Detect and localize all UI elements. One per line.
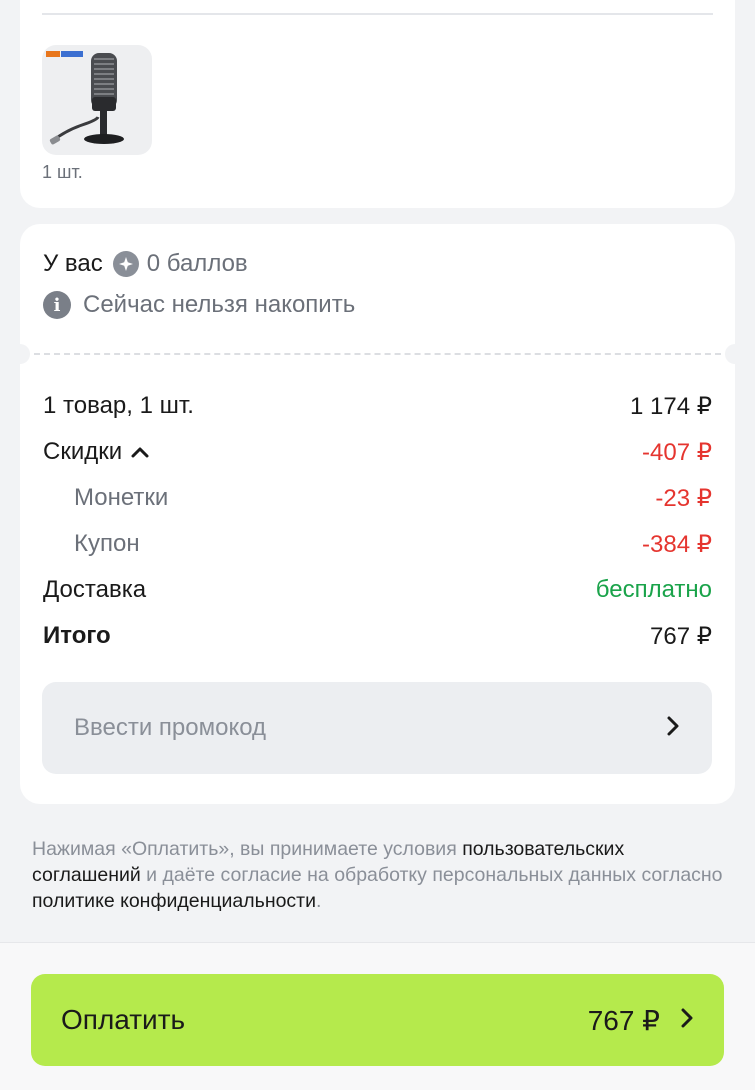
pay-button-label: Оплатить xyxy=(61,1004,186,1035)
coins-label: Монетки xyxy=(74,484,169,511)
points-info: i Сейчас нельзя накопить xyxy=(43,289,355,321)
items-label: 1 товар, 1 шт. xyxy=(43,392,194,419)
privacy-policy-link[interactable]: политике конфиденциальности xyxy=(32,890,316,912)
points-label: У вас xyxy=(43,250,103,277)
chevron-up-icon xyxy=(130,438,150,466)
chevron-right-icon xyxy=(680,1004,694,1036)
microphone-image xyxy=(46,51,124,145)
total-value: 767 ₽ xyxy=(650,622,712,650)
points-value: 0 баллов xyxy=(146,250,248,277)
divider xyxy=(42,13,713,15)
delivery-label: Доставка xyxy=(43,576,147,603)
legal-text-2: и даёте согласие на обработку персональн… xyxy=(140,864,723,886)
points-star-icon xyxy=(112,251,139,277)
ticket-notch-right xyxy=(725,344,745,364)
summary-total-row: Итого 767 ₽ xyxy=(43,619,712,653)
order-summary-card: У вас 0 баллов i Сейчас нельзя накопить … xyxy=(10,224,745,804)
summary-coupon-row: Купон -384 ₽ xyxy=(43,527,712,561)
summary-discounts-row[interactable]: Скидки -407 ₽ xyxy=(43,435,712,469)
discounts-label: Скидки xyxy=(43,437,123,465)
ticket-notch-left xyxy=(10,344,30,364)
info-icon: i xyxy=(43,291,71,319)
items-value: 1 174 ₽ xyxy=(630,392,712,420)
discounts-value: -407 ₽ xyxy=(642,438,712,466)
legal-notice: Нажимая «Оплатить», вы принимаете услови… xyxy=(32,836,732,914)
product-quantity: 1 шт. xyxy=(42,162,83,182)
discounts-toggle[interactable]: Скидки xyxy=(43,438,150,467)
points-info-text: Сейчас нельзя накопить xyxy=(83,291,356,318)
summary-items-row: 1 товар, 1 шт. 1 174 ₽ xyxy=(43,389,712,423)
legal-text-3: . xyxy=(316,890,322,912)
promo-code-placeholder: Ввести промокод xyxy=(74,714,267,741)
product-image[interactable] xyxy=(42,45,152,155)
dashed-separator xyxy=(34,353,721,355)
promo-code-button[interactable]: Ввести промокод xyxy=(42,682,712,774)
pay-button-amount: 767 ₽ xyxy=(587,1004,660,1036)
coupon-label: Купон xyxy=(74,530,140,557)
pay-button[interactable]: Оплатить 767 ₽ xyxy=(31,974,724,1066)
cart-items-card: 1 шт. xyxy=(20,0,735,208)
summary-coins-row: Монетки -23 ₽ xyxy=(43,481,712,515)
delivery-value: бесплатно xyxy=(595,576,712,603)
chevron-right-icon xyxy=(666,715,680,742)
coins-value: -23 ₽ xyxy=(655,484,712,512)
summary-delivery-row: Доставка бесплатно xyxy=(43,573,712,607)
coupon-value: -384 ₽ xyxy=(642,530,712,558)
total-label: Итого xyxy=(43,622,111,649)
points-balance: У вас 0 баллов xyxy=(43,248,248,280)
legal-text-1: Нажимая «Оплатить», вы принимаете услови… xyxy=(32,838,463,860)
